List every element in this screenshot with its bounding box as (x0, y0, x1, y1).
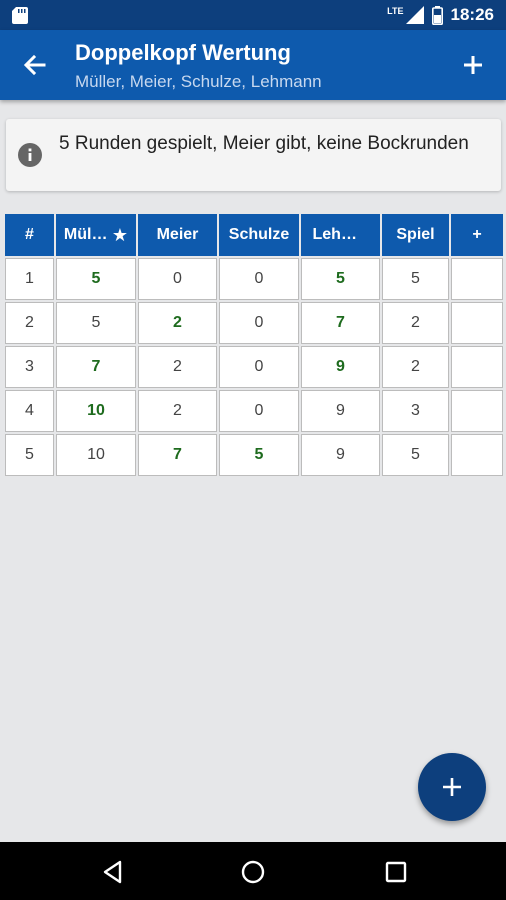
table-row[interactable]: 252072 (5, 302, 503, 344)
score-meier[interactable]: 2 (138, 390, 217, 432)
header-spiel: Spiel (382, 214, 449, 256)
battery-icon (431, 5, 443, 25)
round-number: 5 (5, 434, 54, 476)
score-meier[interactable]: 7 (138, 434, 217, 476)
score-schulze[interactable]: 0 (219, 346, 299, 388)
back-triangle-icon[interactable] (100, 859, 126, 885)
header-player-schulze[interactable]: Schulze (219, 214, 299, 256)
round-number: 2 (5, 302, 54, 344)
table-row[interactable]: 5 10 7 5 9 5 (5, 434, 503, 476)
score-schulze[interactable]: 0 (219, 302, 299, 344)
app-title: Doppelkopf Wertung (75, 40, 291, 65)
navigation-bar (0, 842, 506, 900)
add-round-button[interactable] (418, 753, 486, 821)
score-mueller[interactable]: 10 (56, 434, 136, 476)
spiel-value: 3 (382, 390, 449, 432)
empty-cell (451, 258, 503, 300)
score-lehmann[interactable]: 9 (301, 434, 380, 476)
plus-icon (443, 778, 461, 796)
score-schulze[interactable]: 0 (219, 390, 299, 432)
header-player-lehmann[interactable]: Lehmann (301, 214, 380, 256)
empty-cell (451, 302, 503, 344)
round-number: 1 (5, 258, 54, 300)
header-player-meier[interactable]: Meier (138, 214, 217, 256)
table-header-row: # Müller ★ Meier Schulze Lehmann Spiel + (5, 214, 503, 256)
spiel-value: 5 (382, 434, 449, 476)
score-lehmann[interactable]: 9 (301, 346, 380, 388)
round-number: 3 (5, 346, 54, 388)
recents-square-icon[interactable] (383, 859, 409, 885)
score-lehmann[interactable]: 5 (301, 258, 380, 300)
network-type-label: LTE (387, 6, 404, 16)
score-schulze[interactable]: 0 (219, 258, 299, 300)
home-circle-icon[interactable] (240, 859, 266, 885)
sd-card-icon (12, 7, 28, 24)
info-card: 5 Runden gespielt, Meier gibt, keine Boc… (6, 119, 501, 191)
clock: 18:26 (450, 5, 494, 24)
header-round: # (5, 214, 54, 256)
score-mueller[interactable]: 5 (56, 302, 136, 344)
header-player-mueller[interactable]: Müller ★ (56, 214, 136, 256)
table-row[interactable]: 150055 (5, 258, 503, 300)
info-icon (18, 143, 42, 167)
empty-cell (451, 346, 503, 388)
spiel-value: 5 (382, 258, 449, 300)
score-lehmann[interactable]: 9 (301, 390, 380, 432)
score-schulze[interactable]: 5 (219, 434, 299, 476)
signal-icon (405, 6, 424, 24)
score-meier[interactable]: 0 (138, 258, 217, 300)
empty-cell (451, 434, 503, 476)
add-icon[interactable] (454, 46, 492, 84)
score-mueller[interactable]: 7 (56, 346, 136, 388)
score-mueller[interactable]: 5 (56, 258, 136, 300)
header-add-player-button[interactable]: + (451, 214, 503, 256)
dealer-star-icon: ★ (111, 224, 129, 245)
score-lehmann[interactable]: 7 (301, 302, 380, 344)
score-meier[interactable]: 2 (138, 302, 217, 344)
spiel-value: 2 (382, 346, 449, 388)
round-number: 4 (5, 390, 54, 432)
app-bar: Doppelkopf Wertung Müller, Meier, Schulz… (0, 30, 506, 100)
score-mueller[interactable]: 10 (56, 390, 136, 432)
score-meier[interactable]: 2 (138, 346, 217, 388)
spiel-value: 2 (382, 302, 449, 344)
table-row[interactable]: 4 10 2 0 9 3 (5, 390, 503, 432)
empty-cell (451, 390, 503, 432)
score-table: # Müller ★ Meier Schulze Lehmann Spiel +… (5, 214, 503, 478)
back-arrow-icon[interactable] (16, 46, 54, 84)
info-text: 5 Runden gespielt, Meier gibt, keine Boc… (59, 133, 469, 154)
status-bar: LTE 18:26 (0, 0, 506, 30)
app-subtitle: Müller, Meier, Schulze, Lehmann (75, 72, 322, 91)
table-row[interactable]: 372092 (5, 346, 503, 388)
